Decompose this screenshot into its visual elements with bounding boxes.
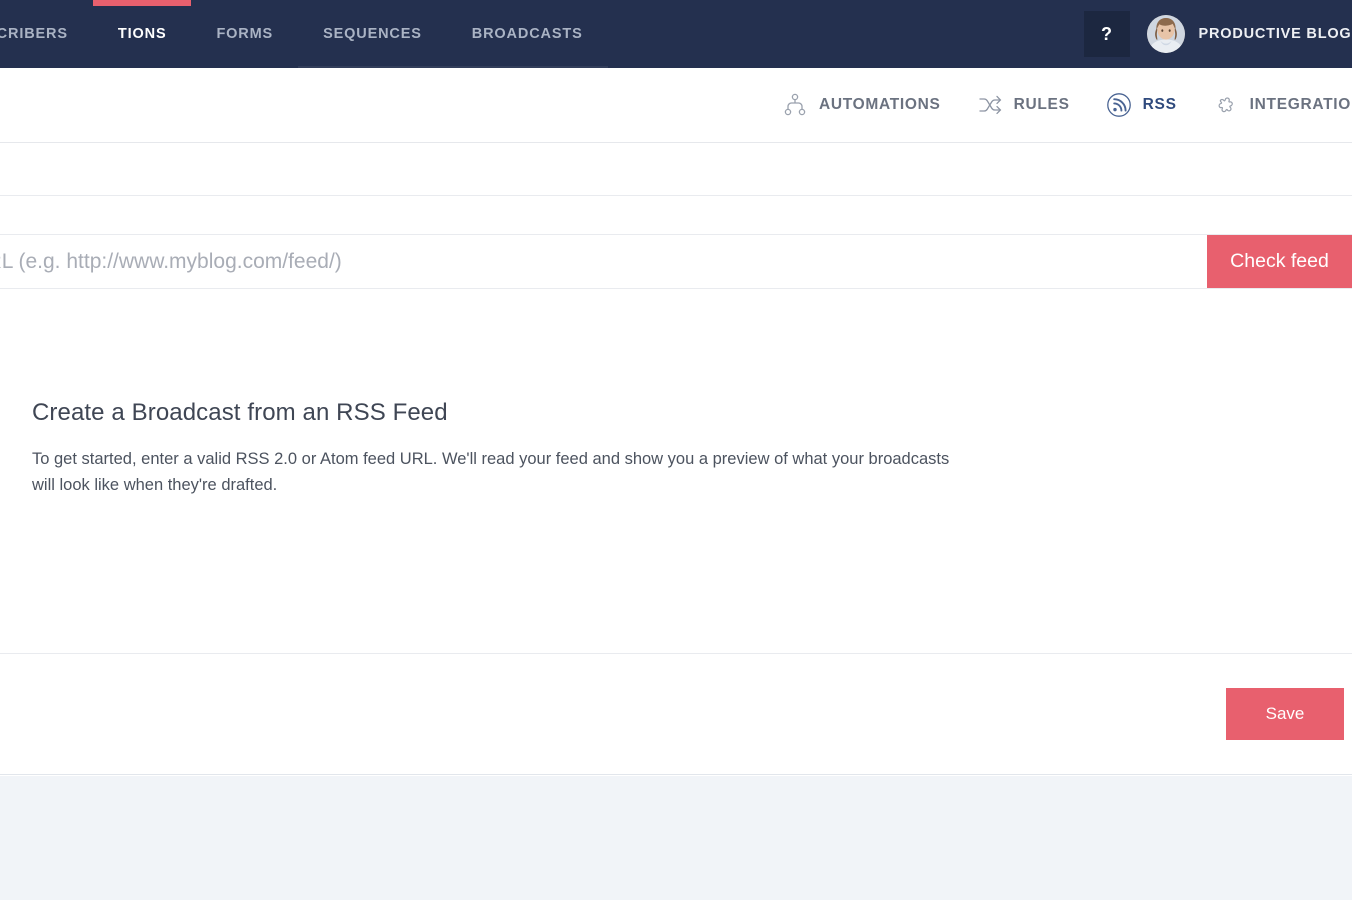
- shuffle-icon: [977, 92, 1003, 118]
- avatar: [1146, 15, 1185, 53]
- feed-url-label-row: [0, 196, 1352, 234]
- account-menu[interactable]: PRODUCTIVE BLOG...: [1146, 15, 1352, 53]
- check-feed-button[interactable]: Check feed: [1207, 235, 1352, 288]
- nav-item-label: SEQUENCES: [323, 26, 422, 42]
- tab-automations[interactable]: AUTOMATIONS: [764, 68, 959, 142]
- nav-item-label: SUBSCRIBERS: [0, 26, 68, 42]
- rss-icon: [1106, 92, 1132, 118]
- primary-nav-items: SUBSCRIBERS TIONS FORMS SEQUENCES BROADC…: [0, 0, 608, 68]
- nav-item-sequences[interactable]: SEQUENCES: [298, 0, 447, 68]
- help-button[interactable]: ?: [1083, 11, 1130, 57]
- save-button[interactable]: Save: [1226, 688, 1344, 740]
- nav-item-label: TIONS: [117, 26, 167, 42]
- tab-label: RSS: [1142, 96, 1177, 113]
- primary-navbar: SUBSCRIBERS TIONS FORMS SEQUENCES BROADC…: [0, 0, 1352, 68]
- help-button-label: ?: [1101, 23, 1113, 44]
- puzzle-piece-icon: [1213, 92, 1239, 118]
- feed-url-input[interactable]: [0, 235, 1207, 288]
- feed-url-row: Check feed: [0, 234, 1352, 289]
- page-title: Create a Broadcast from an RSS Feed: [32, 399, 448, 426]
- account-name: PRODUCTIVE BLOG...: [1198, 26, 1352, 42]
- secondary-nav-items: AUTOMATIONS RULES RSS INTEGRATIO: [764, 68, 1352, 142]
- form-actions-row: Save: [0, 655, 1352, 775]
- rss-intro-content: Create a Broadcast from an RSS Feed To g…: [0, 289, 1352, 498]
- page-root: SUBSCRIBERS TIONS FORMS SEQUENCES BROADC…: [0, 0, 1352, 900]
- tab-rss[interactable]: RSS: [1088, 68, 1195, 142]
- nav-item-subscribers[interactable]: SUBSCRIBERS: [0, 0, 93, 68]
- nav-item-label: BROADCASTS: [471, 26, 583, 42]
- tab-label: RULES: [1013, 96, 1070, 113]
- secondary-navbar: AUTOMATIONS RULES RSS INTEGRATIO: [0, 68, 1352, 143]
- tab-rules[interactable]: RULES: [959, 68, 1088, 142]
- primary-nav-right: ? PRODUCTIVE BLOG...: [1083, 0, 1352, 68]
- tab-label: INTEGRATIONS: [1249, 96, 1352, 113]
- page-description: To get started, enter a valid RSS 2.0 or…: [32, 450, 950, 494]
- nav-item-forms[interactable]: FORMS: [191, 0, 298, 68]
- tab-integrations[interactable]: INTEGRATIONS: [1195, 68, 1352, 142]
- toolbar-row: [0, 143, 1352, 196]
- hierarchy-tree-icon: [782, 92, 808, 118]
- nav-item-broadcasts[interactable]: BROADCASTS: [446, 0, 608, 68]
- nav-item-label: FORMS: [216, 26, 274, 42]
- nav-item-automations[interactable]: TIONS: [92, 0, 192, 68]
- tab-label: AUTOMATIONS: [818, 96, 941, 113]
- page-footer: .: [0, 776, 1352, 900]
- rss-intro-panel: Create a Broadcast from an RSS Feed To g…: [0, 289, 1352, 654]
